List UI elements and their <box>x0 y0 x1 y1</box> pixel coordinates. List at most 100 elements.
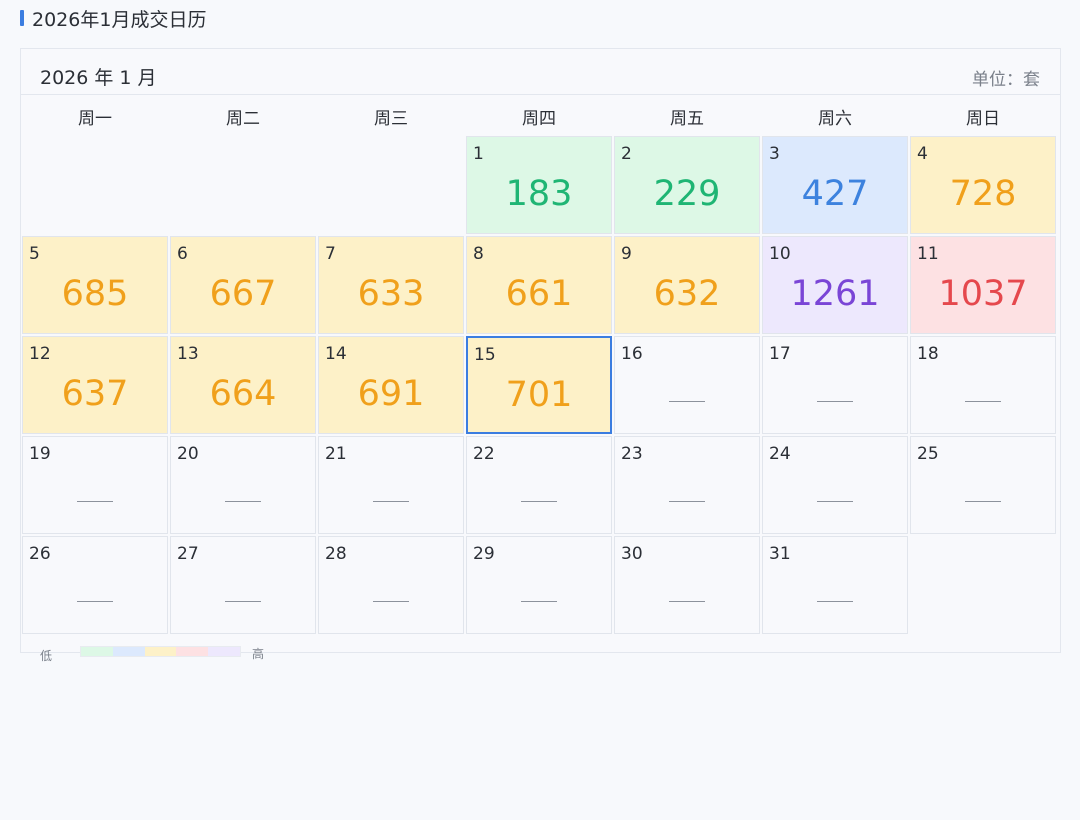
legend-swatch <box>208 647 240 656</box>
weekday-sat: 周六 <box>818 108 852 129</box>
weekday-thu: 周四 <box>522 108 556 129</box>
calendar-day-cell[interactable]: 20 <box>170 436 316 534</box>
legend-color-scale <box>80 646 241 657</box>
calendar-panel-header: 2026 年 1 月 单位：套 <box>21 49 1060 95</box>
day-deal-count: 633 <box>357 274 425 314</box>
calendar-grid: 1 183 2 229 3 427 4 728 5 685 6 667 7 633 8 661 9 632 10 12… <box>21 135 1057 635</box>
calendar-day-cell[interactable]: 9 632 <box>614 236 760 334</box>
legend-swatch <box>144 647 177 656</box>
legend-high-label: 高 <box>252 647 265 661</box>
calendar-day-cell[interactable]: 5 685 <box>22 236 168 334</box>
calendar-day-cell[interactable]: 26 <box>22 536 168 634</box>
day-number: 7 <box>325 244 336 264</box>
weekday-header-row: 周一 周二 周三 周四 周五 周六 周日 <box>21 96 1057 136</box>
calendar-day-cell[interactable]: 12 637 <box>22 336 168 434</box>
calendar-day-cell[interactable]: 1 183 <box>466 136 612 234</box>
day-number: 25 <box>917 444 939 464</box>
day-deal-count: 701 <box>505 375 573 415</box>
page-title: 2026年1月成交日历 <box>32 8 207 31</box>
day-deal-count: 632 <box>653 274 721 314</box>
calendar-day-cell[interactable]: 22 <box>466 436 612 534</box>
day-number: 14 <box>325 344 347 364</box>
calendar-day-cell[interactable]: 17 <box>762 336 908 434</box>
day-number: 6 <box>177 244 188 264</box>
day-deal-count: 691 <box>357 374 425 414</box>
legend-swatch <box>112 647 145 656</box>
calendar-day-cell[interactable]: 19 <box>22 436 168 534</box>
day-number: 3 <box>769 144 780 164</box>
calendar-blank-cell <box>170 136 316 234</box>
page-header: 2026年1月成交日历 <box>20 6 207 31</box>
day-deal-count: 728 <box>949 174 1017 214</box>
calendar-day-cell[interactable]: 7 633 <box>318 236 464 334</box>
no-data-dash <box>373 501 409 502</box>
day-number: 5 <box>29 244 40 264</box>
calendar-day-cell[interactable]: 29 <box>466 536 612 634</box>
day-number: 15 <box>474 345 496 365</box>
calendar-day-cell[interactable]: 11 1037 <box>910 236 1056 334</box>
weekday-sun: 周日 <box>966 108 1000 129</box>
calendar-panel: 2026 年 1 月 单位：套 周一 周二 周三 周四 周五 周六 周日 1 18… <box>20 48 1061 653</box>
calendar-day-cell[interactable]: 23 <box>614 436 760 534</box>
calendar-day-cell[interactable]: 27 <box>170 536 316 634</box>
day-number: 31 <box>769 544 791 564</box>
calendar-day-cell[interactable]: 2 229 <box>614 136 760 234</box>
day-number: 18 <box>917 344 939 364</box>
calendar-day-cell[interactable]: 14 691 <box>318 336 464 434</box>
no-data-dash <box>817 501 853 502</box>
legend-swatch <box>176 647 209 656</box>
no-data-dash <box>965 401 1001 402</box>
weekday-fri: 周五 <box>670 108 704 129</box>
day-deal-count: 183 <box>505 174 573 214</box>
calendar-day-cell[interactable]: 24 <box>762 436 908 534</box>
calendar-day-cell[interactable]: 3 427 <box>762 136 908 234</box>
day-number: 27 <box>177 544 199 564</box>
calendar-day-cell[interactable]: 25 <box>910 436 1056 534</box>
day-deal-count: 685 <box>61 274 129 314</box>
no-data-dash <box>77 601 113 602</box>
day-deal-count: 667 <box>209 274 277 314</box>
weekday-mon: 周一 <box>78 108 112 129</box>
day-number: 17 <box>769 344 791 364</box>
no-data-dash <box>669 601 705 602</box>
color-legend: 低 高 <box>20 645 280 665</box>
calendar-day-cell[interactable]: 4 728 <box>910 136 1056 234</box>
day-number: 20 <box>177 444 199 464</box>
title-accent-bar <box>20 10 24 26</box>
day-number: 29 <box>473 544 495 564</box>
calendar-blank-cell <box>22 136 168 234</box>
day-deal-count: 637 <box>61 374 129 414</box>
calendar-day-cell[interactable]: 10 1261 <box>762 236 908 334</box>
no-data-dash <box>669 401 705 402</box>
day-deal-count: 229 <box>653 174 721 214</box>
day-deal-count: 1037 <box>938 274 1028 314</box>
calendar-day-cell[interactable]: 15 701 <box>466 336 612 434</box>
day-number: 8 <box>473 244 484 264</box>
calendar-day-cell[interactable]: 8 661 <box>466 236 612 334</box>
day-number: 16 <box>621 344 643 364</box>
no-data-dash <box>77 501 113 502</box>
calendar-day-cell[interactable]: 6 667 <box>170 236 316 334</box>
weekday-wed: 周三 <box>374 108 408 129</box>
calendar-day-cell[interactable]: 16 <box>614 336 760 434</box>
day-deal-count: 664 <box>209 374 277 414</box>
calendar-day-cell[interactable]: 13 664 <box>170 336 316 434</box>
no-data-dash <box>225 601 261 602</box>
no-data-dash <box>817 401 853 402</box>
no-data-dash <box>669 501 705 502</box>
calendar-blank-cell <box>318 136 464 234</box>
calendar-day-cell[interactable]: 21 <box>318 436 464 534</box>
day-number: 28 <box>325 544 347 564</box>
calendar-day-cell[interactable]: 30 <box>614 536 760 634</box>
day-number: 23 <box>621 444 643 464</box>
day-number: 10 <box>769 244 791 264</box>
weekday-tue: 周二 <box>226 108 260 129</box>
day-number: 19 <box>29 444 51 464</box>
day-deal-count: 661 <box>505 274 573 314</box>
calendar-day-cell[interactable]: 28 <box>318 536 464 634</box>
day-number: 24 <box>769 444 791 464</box>
no-data-dash <box>225 501 261 502</box>
calendar-day-cell[interactable]: 31 <box>762 536 908 634</box>
no-data-dash <box>373 601 409 602</box>
calendar-day-cell[interactable]: 18 <box>910 336 1056 434</box>
